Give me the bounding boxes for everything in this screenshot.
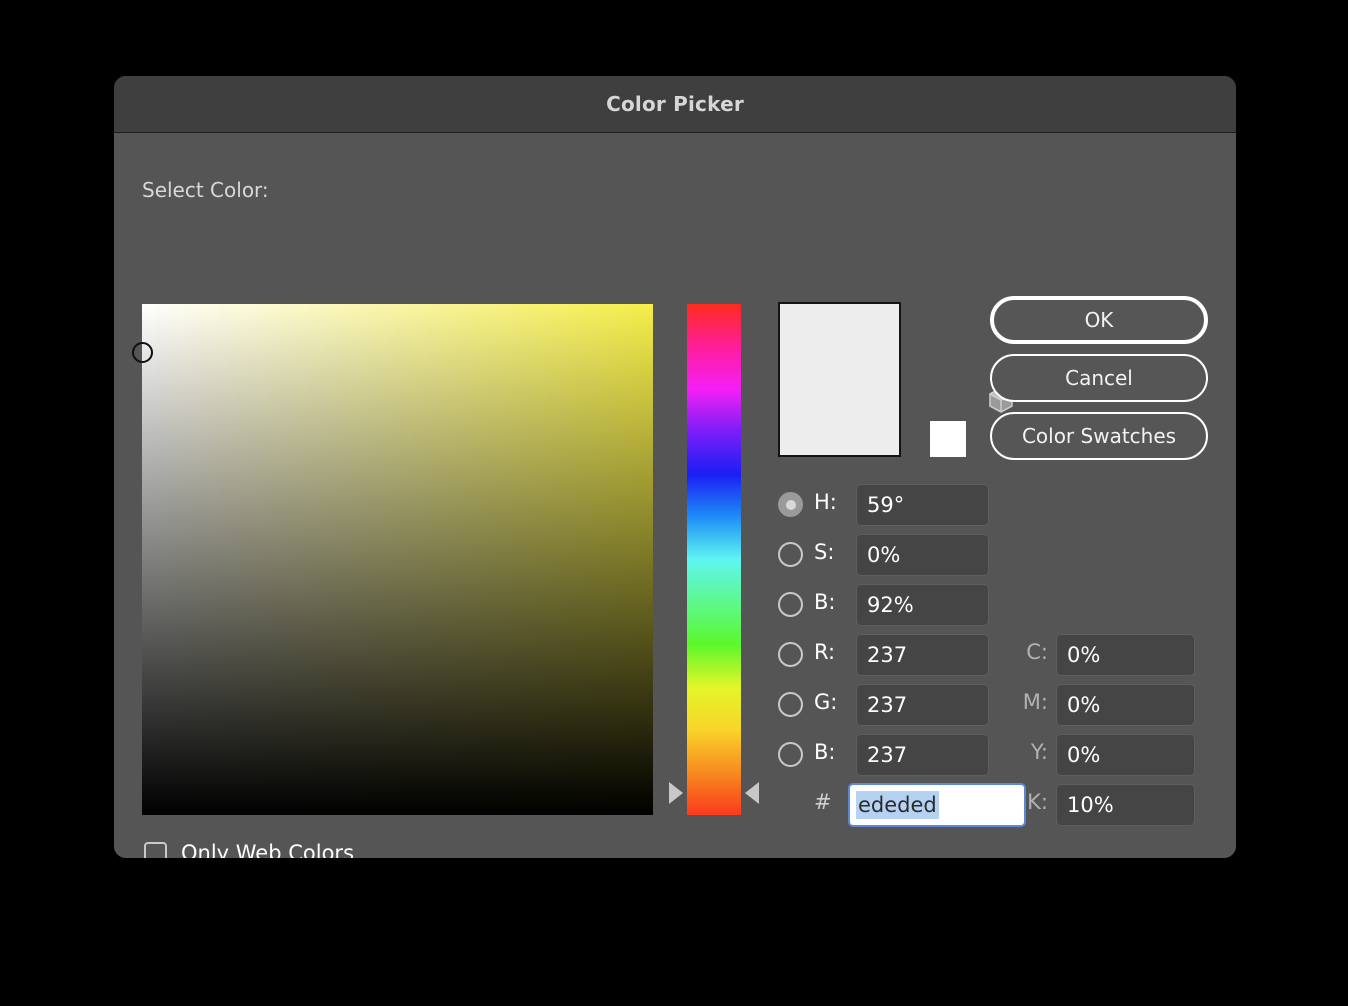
dialog-button-group: OK Cancel Color Swatches — [990, 296, 1208, 470]
color-preview-swatch — [778, 302, 901, 457]
label-saturation: S: — [814, 540, 835, 564]
input-hue[interactable] — [856, 484, 989, 526]
field-row-blue: B: Y: — [778, 731, 1208, 781]
radio-hue[interactable] — [778, 492, 803, 517]
hue-slider-handle-right-icon[interactable] — [745, 782, 759, 804]
label-hex: # — [814, 790, 832, 814]
label-blue: B: — [814, 740, 836, 764]
ok-button[interactable]: OK — [990, 296, 1208, 344]
color-picker-dialog: Color Picker Select Color: OK Cancel Col… — [114, 76, 1236, 858]
field-row-saturation: S: — [778, 531, 1208, 581]
input-brightness[interactable] — [856, 584, 989, 626]
web-safe-color-swatch[interactable] — [930, 421, 966, 457]
select-color-label: Select Color: — [142, 178, 269, 202]
label-hue: H: — [814, 490, 837, 514]
label-cyan: C: — [1026, 640, 1048, 664]
field-row-hue: H: — [778, 481, 1208, 531]
field-row-brightness: B: — [778, 581, 1208, 631]
radio-saturation[interactable] — [778, 542, 803, 567]
field-row-hex: # ededed K: — [778, 781, 1208, 831]
brightness-gradient-layer — [142, 304, 653, 815]
label-black: K: — [1027, 790, 1048, 814]
saturation-brightness-field[interactable] — [132, 304, 653, 815]
label-red: R: — [814, 640, 836, 664]
input-saturation[interactable] — [856, 534, 989, 576]
input-red[interactable] — [856, 634, 989, 676]
input-cyan[interactable] — [1056, 634, 1195, 676]
label-brightness: B: — [814, 590, 836, 614]
only-web-colors-row[interactable]: Only Web Colors — [144, 841, 354, 858]
radio-blue[interactable] — [778, 742, 803, 767]
only-web-colors-label: Only Web Colors — [181, 841, 355, 858]
field-row-green: G: M: — [778, 681, 1208, 731]
radio-brightness[interactable] — [778, 592, 803, 617]
hue-spectrum-bar[interactable] — [687, 304, 741, 815]
dialog-body: Select Color: OK Cancel Color Swatches H… — [114, 134, 1236, 858]
input-hex[interactable]: ededed — [848, 783, 1026, 827]
hue-slider-handle-left-icon[interactable] — [669, 782, 683, 804]
screen: Color Picker Select Color: OK Cancel Col… — [0, 0, 1348, 1006]
cancel-button[interactable]: Cancel — [990, 354, 1208, 402]
label-green: G: — [814, 690, 838, 714]
color-selection-marker[interactable] — [132, 342, 153, 363]
radio-red[interactable] — [778, 642, 803, 667]
color-values-panel: H: S: B: R: C: — [778, 481, 1208, 831]
hex-value-text: ededed — [856, 791, 939, 819]
label-yellow: Y: — [1030, 740, 1048, 764]
radio-green[interactable] — [778, 692, 803, 717]
input-black[interactable] — [1056, 784, 1195, 826]
color-swatches-button[interactable]: Color Swatches — [990, 412, 1208, 460]
input-yellow[interactable] — [1056, 734, 1195, 776]
input-green[interactable] — [856, 684, 989, 726]
dialog-title: Color Picker — [606, 92, 744, 116]
field-row-red: R: C: — [778, 631, 1208, 681]
only-web-colors-checkbox[interactable] — [144, 841, 167, 858]
dialog-titlebar: Color Picker — [114, 76, 1236, 133]
label-magenta: M: — [1022, 690, 1048, 714]
hue-slider[interactable] — [669, 304, 772, 815]
input-magenta[interactable] — [1056, 684, 1195, 726]
input-blue[interactable] — [856, 734, 989, 776]
